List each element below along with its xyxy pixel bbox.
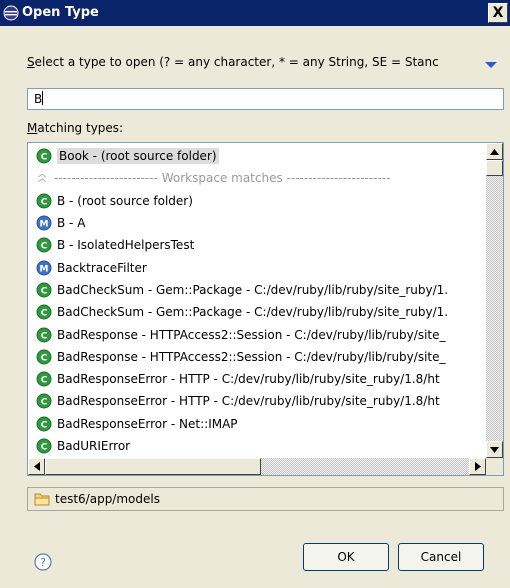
cancel-button[interactable]: Cancel <box>398 543 484 571</box>
search-input-value: B <box>34 92 43 106</box>
list-item-label: B - A <box>57 216 86 231</box>
svg-text:C: C <box>41 353 48 363</box>
class-icon: C <box>36 416 52 432</box>
title-bar[interactable]: Open Type X <box>0 0 510 26</box>
horizontal-scrollbar[interactable] <box>28 458 486 475</box>
module-icon: M <box>36 215 52 231</box>
open-type-dialog: Open Type X Select a type to open (? = a… <box>0 0 510 588</box>
dialog-title: Open Type <box>22 5 99 20</box>
svg-text:M: M <box>40 220 49 230</box>
list-item-label: BadResponse - HTTPAccess2::Session - C:/… <box>57 327 446 342</box>
svg-text:C: C <box>41 443 48 453</box>
eclipse-icon <box>3 5 19 21</box>
list-item[interactable]: C Book - (root source folder) <box>28 145 483 167</box>
list-item-label: BadResponseError - HTTP - C:/dev/ruby/li… <box>57 394 440 409</box>
list-item[interactable]: C BadResponseError - HTTP - C:/dev/ruby/l… <box>28 368 483 390</box>
class-icon: C <box>36 237 52 253</box>
class-icon: C <box>36 304 52 320</box>
list-item-label: BadCheckSum - Gem::Package - C:/dev/ruby… <box>57 282 449 297</box>
list-item[interactable]: C BadCheckSum - Gem::Package - C:/dev/rub… <box>28 279 483 301</box>
list-item-label: BacktraceFilter <box>57 260 147 275</box>
close-button[interactable]: X <box>488 3 508 23</box>
scrollbar-corner <box>486 458 503 475</box>
help-icon[interactable]: ? <box>34 553 52 571</box>
svg-text:C: C <box>41 242 48 252</box>
scroll-down-icon <box>490 446 499 453</box>
class-icon: C <box>36 393 52 409</box>
svg-text:C: C <box>41 376 48 386</box>
view-menu-chevron-down-icon[interactable] <box>484 60 498 70</box>
list-separator: ------------------------ Workspace match… <box>28 167 483 189</box>
class-icon: C <box>36 349 52 365</box>
folder-icon <box>34 493 50 506</box>
list-item-label: BadResponse - HTTPAccess2::Session - C:/… <box>57 349 446 364</box>
scroll-up-button[interactable] <box>486 143 503 160</box>
list-item-label: B - IsolatedHelpersTest <box>57 238 195 253</box>
list-item-label: BadCheckSum - Gem::Package - C:/dev/ruby… <box>57 305 449 320</box>
module-icon: M <box>36 260 52 276</box>
matching-types-list[interactable]: C Book - (root source folder) ------------… <box>27 142 504 476</box>
class-icon: C <box>36 438 52 454</box>
vertical-scrollbar[interactable] <box>486 143 503 458</box>
list-item[interactable]: M BacktraceFilter <box>28 256 483 278</box>
svg-text:C: C <box>41 153 48 163</box>
scroll-right-button[interactable] <box>469 458 486 475</box>
list-item-label: BadResponseError - HTTP - C:/dev/ruby/li… <box>57 372 440 387</box>
list-items: C Book - (root source folder) ------------… <box>28 145 483 457</box>
scroll-down-button[interactable] <box>486 441 503 458</box>
svg-text:C: C <box>41 309 48 319</box>
svg-text:C: C <box>41 331 48 341</box>
list-item[interactable]: C B - (root source folder) <box>28 190 483 212</box>
list-item[interactable]: C BadURIError <box>28 435 483 457</box>
scroll-right-icon <box>474 462 481 471</box>
list-item-label: ------------------------ Workspace match… <box>54 171 391 186</box>
list-item[interactable]: C BadResponseError - HTTP - C:/dev/ruby/l… <box>28 390 483 412</box>
list-item[interactable]: C BadResponse - HTTPAccess2::Session - C:… <box>28 346 483 368</box>
horizontal-scroll-thumb[interactable] <box>45 458 261 475</box>
status-path: test6/app/models <box>55 492 160 506</box>
class-icon: C <box>36 148 52 164</box>
scroll-left-icon <box>33 462 40 471</box>
svg-text:M: M <box>40 264 49 274</box>
svg-text:C: C <box>41 398 48 408</box>
class-icon: C <box>36 193 52 209</box>
class-icon: C <box>36 327 52 343</box>
list-item-label: BadURIError <box>57 439 131 453</box>
svg-text:C: C <box>41 286 48 296</box>
select-type-text: elect a type to open (? = any character,… <box>34 55 439 69</box>
ok-button[interactable]: OK <box>303 543 389 571</box>
text-caret <box>42 91 44 105</box>
list-item[interactable]: C BadResponseError - Net::IMAP <box>28 413 483 435</box>
svg-text:C: C <box>41 197 48 207</box>
select-type-mnemonic: S <box>27 55 35 69</box>
list-item[interactable]: MB - A <box>28 212 483 234</box>
list-item-label: BadResponseError - Net::IMAP <box>57 416 238 431</box>
status-bar: test6/app/models <box>27 487 504 511</box>
list-item-label: Book - (root source folder) <box>57 148 219 165</box>
scroll-left-button[interactable] <box>28 458 45 475</box>
matching-types-label: Matching types: <box>27 121 123 135</box>
svg-text:C: C <box>41 420 48 430</box>
select-type-label: Select a type to open (? = any character… <box>27 55 439 69</box>
list-item[interactable]: C BadCheckSum - Gem::Package - C:/dev/rub… <box>28 301 483 323</box>
matching-types-text: atching types: <box>37 121 124 135</box>
list-item[interactable]: C BadResponse - HTTPAccess2::Session - C:… <box>28 323 483 345</box>
vertical-scroll-thumb[interactable] <box>486 160 503 176</box>
class-icon: C <box>36 282 52 298</box>
close-icon: X <box>492 5 504 21</box>
list-item[interactable]: C B - IsolatedHelpersTest <box>28 234 483 256</box>
type-search-input[interactable]: B <box>27 88 504 110</box>
matching-types-mnemonic: M <box>27 121 38 135</box>
separator-icon <box>37 174 47 183</box>
class-icon: C <box>36 371 52 387</box>
scroll-up-icon <box>490 148 499 155</box>
list-item-label: B - (root source folder) <box>57 193 193 208</box>
svg-text:?: ? <box>40 556 46 569</box>
